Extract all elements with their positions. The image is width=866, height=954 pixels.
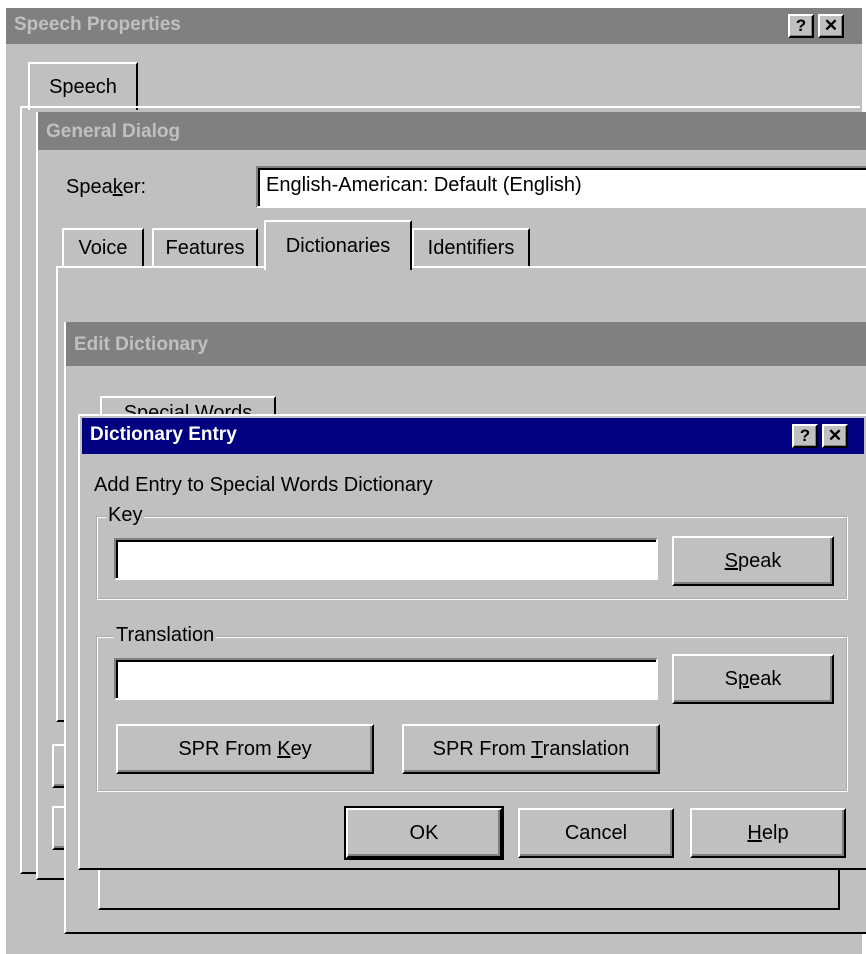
speech-properties-title: Speech Properties xyxy=(14,14,181,35)
dictionary-entry-description: Add Entry to Special Words Dictionary xyxy=(94,474,433,496)
spr-from-translation-button[interactable]: SPR From Translation xyxy=(402,724,660,774)
tab-speech-label: Speech xyxy=(49,75,117,98)
speaker-dropdown[interactable]: English-American: Default (English) xyxy=(256,166,866,208)
help-button[interactable]: Help xyxy=(690,808,846,858)
help-icon[interactable]: ? xyxy=(788,14,814,38)
tab-features[interactable]: Features xyxy=(152,228,258,266)
key-group-label: Key xyxy=(106,504,145,527)
cancel-button[interactable]: Cancel xyxy=(518,808,674,858)
help-icon[interactable]: ? xyxy=(792,424,818,448)
ok-button[interactable]: OK xyxy=(344,806,504,860)
key-input[interactable] xyxy=(114,538,658,580)
tab-dictionaries[interactable]: Dictionaries xyxy=(264,220,412,270)
speaker-value: English-American: Default (English) xyxy=(266,174,582,196)
tab-voice[interactable]: Voice xyxy=(62,228,144,266)
dictionary-entry-titlebar: Dictionary Entry xyxy=(82,418,864,454)
tab-speech[interactable]: Speech xyxy=(28,62,138,110)
tab-identifiers[interactable]: Identifiers xyxy=(412,228,530,266)
general-dialog-title: General Dialog xyxy=(46,121,181,142)
translation-group-label: Translation xyxy=(114,624,217,647)
translation-input[interactable] xyxy=(114,658,658,700)
key-speak-button[interactable]: Speak xyxy=(672,536,834,586)
close-icon[interactable]: ✕ xyxy=(822,424,848,448)
general-dialog-titlebar: General Dialog xyxy=(38,112,866,150)
speech-properties-titlebar: Speech Properties xyxy=(6,8,862,44)
spr-from-key-button[interactable]: SPR From Key xyxy=(116,724,374,774)
dictionary-entry-dialog: Dictionary Entry ? ✕ Add Entry to Specia… xyxy=(78,414,866,870)
close-icon[interactable]: ✕ xyxy=(818,14,844,38)
speaker-label: Speaker: xyxy=(66,176,147,198)
translation-speak-button[interactable]: Speak xyxy=(672,654,834,704)
edit-dictionary-titlebar: Edit Dictionary xyxy=(66,322,866,366)
dictionary-entry-title: Dictionary Entry xyxy=(90,424,237,445)
edit-dictionary-title: Edit Dictionary xyxy=(74,334,209,355)
